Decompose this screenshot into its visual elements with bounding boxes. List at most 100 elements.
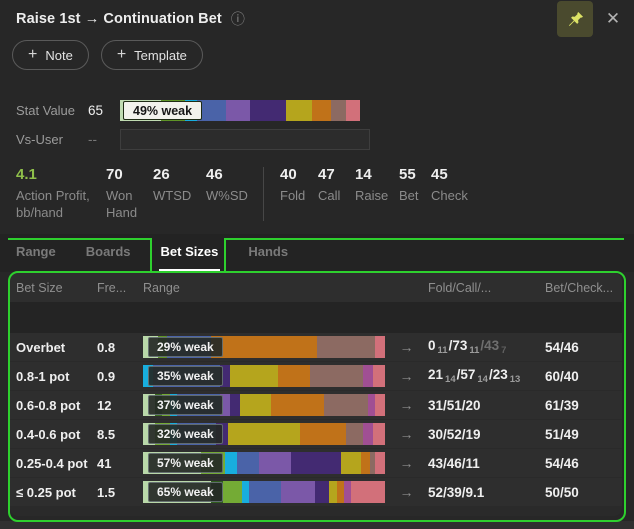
close-icon: ✕ [606,9,620,29]
arrow-icon: → [385,397,428,413]
pin-icon [566,10,585,29]
bottom-strip [0,521,634,529]
fold-call-raise-cell: 2114/5714/2313 [428,367,545,386]
bet-check-cell: 60/40 [545,369,622,384]
weak-label: 32% weak [148,424,223,444]
add-template-button[interactable]: + Template [101,40,203,70]
arrow-icon: → [385,484,428,500]
stat-wtsd: 26WTSD [153,166,206,221]
stat-action-profit-bb-hand: 4.1Action Profit, bb/hand [16,166,106,221]
add-note-label: Note [45,48,72,63]
fold-call-raise-cell: 011/7311/437 [428,338,545,357]
bet-size-cell: 0.8-1 pot [16,369,97,384]
stat-weak-label: 49% weak [123,101,202,120]
stats-right: 40Fold47Call14Raise55Bet45Check [280,166,481,221]
tab-hands[interactable]: Hands [246,234,290,272]
range-bar[interactable]: 57% weak [143,452,385,474]
stat-value-row: Stat Value 65 49% weak [16,100,360,121]
table-row-0-4-0-6-pot[interactable]: 0.4-0.6 pot8.5 32% weak →30/52/1951/49 [10,420,622,448]
col-header-range: Range [143,273,180,302]
plus-icon: + [117,47,126,63]
vs-user-row: Vs-User -- [16,129,370,150]
arrow-icon: → [385,339,428,355]
freq-cell: 0.8 [97,340,143,355]
arrow-icon: → [385,426,428,442]
col-header-bet-size: Bet Size [16,273,63,302]
info-icon[interactable]: ⓘ [231,9,245,29]
weak-label: 35% weak [148,366,223,386]
freq-cell: 1.5 [97,485,143,500]
col-header-freq: Fre... [97,273,126,302]
arrow-icon: → [385,455,428,471]
tab-bar: Range Boards Bet Sizes Hands [0,234,634,272]
tab-bet-sizes[interactable]: Bet Sizes [159,234,221,272]
bet-check-cell: 50/50 [545,485,622,500]
stat-value-number: 65 [88,103,120,118]
vs-user-label: Vs-User [16,132,88,147]
col-header-fold-call: Fold/Call/... [428,273,491,302]
arrow-icon: → [385,368,428,384]
freq-cell: 0.9 [97,369,143,384]
stats-divider [263,167,264,221]
stats-left: 4.1Action Profit, bb/hand70Won Hand26WTS… [16,166,263,221]
stat-range-bar[interactable]: 49% weak [120,100,360,121]
freq-cell: 8.5 [97,427,143,442]
col-header-bet-check: Bet/Check... [545,273,613,302]
bet-check-cell: 51/49 [545,427,622,442]
stats-strip: 4.1Action Profit, bb/hand70Won Hand26WTS… [16,166,624,221]
action-buttons: + Note + Template [12,40,203,70]
table-row-0-25-pot[interactable]: ≤ 0.25 pot1.5 65% weak →52/39/9.150/50 [10,478,622,506]
table-row-0-25-0-4-pot[interactable]: 0.25-0.4 pot41 57% weak →43/46/1154/46 [10,449,622,477]
range-bar[interactable]: 35% weak [143,365,385,387]
popup-title: Raise 1st → Continuation Bet [16,11,222,27]
stat-bet: 55Bet [399,166,431,221]
stat-call: 47Call [318,166,355,221]
weak-label: 29% weak [148,337,223,357]
stat-won-hand: 70Won Hand [106,166,153,221]
table-header: Bet Size Fre... Range Fold/Call/... Bet/… [10,273,622,302]
bet-size-cell: 0.25-0.4 pot [16,456,97,471]
fold-call-raise-cell: 31/51/20 [428,398,545,413]
bet-size-cell: ≤ 0.25 pot [16,485,97,500]
table-rows: Overbet0.829% weak→011/7311/43754/460.8-… [10,333,622,506]
add-note-button[interactable]: + Note [12,40,89,70]
range-bar[interactable]: 65% weak [143,481,385,503]
vs-user-value: -- [88,132,120,147]
fold-call-raise-cell: 30/52/19 [428,427,545,442]
range-bar[interactable]: 29% weak [143,336,385,358]
stat-w-sd: 46W%SD [206,166,263,221]
fold-call-raise-cell: 52/39/9.1 [428,485,545,500]
bet-check-cell: 54/46 [545,456,622,471]
titlebar: Raise 1st → Continuation Bet ⓘ ✕ [0,0,634,38]
freq-cell: 12 [97,398,143,413]
tab-boards[interactable]: Boards [84,234,133,272]
bet-sizes-table: Bet Size Fre... Range Fold/Call/... Bet/… [10,273,622,516]
add-template-label: Template [134,48,187,63]
table-row-overbet[interactable]: Overbet0.8 29% weak →011/7311/43754/46 [10,333,622,361]
weak-label: 37% weak [148,395,223,415]
table-filter-gap [10,302,622,333]
stat-fold: 40Fold [280,166,318,221]
close-button[interactable]: ✕ [595,1,631,37]
fold-call-raise-cell: 43/46/11 [428,456,545,471]
stat-check: 45Check [431,166,481,221]
freq-cell: 41 [97,456,143,471]
tab-range[interactable]: Range [14,234,58,272]
stat-value-label: Stat Value [16,103,88,118]
bet-size-cell: Overbet [16,340,97,355]
weak-label: 57% weak [148,453,223,473]
vs-user-input[interactable] [120,129,370,150]
table-row-0-6-0-8-pot[interactable]: 0.6-0.8 pot12 37% weak →31/51/2061/39 [10,391,622,419]
bet-size-cell: 0.4-0.6 pot [16,427,97,442]
bet-size-cell: 0.6-0.8 pot [16,398,97,413]
range-bar[interactable]: 32% weak [143,423,385,445]
table-row-0-8-1-pot[interactable]: 0.8-1 pot0.9 35% weak →2114/5714/231360/40 [10,362,622,390]
bet-check-cell: 54/46 [545,340,622,355]
bet-check-cell: 61/39 [545,398,622,413]
stat-raise: 14Raise [355,166,399,221]
plus-icon: + [28,47,37,63]
pin-button[interactable] [557,1,593,37]
range-bar[interactable]: 37% weak [143,394,385,416]
weak-label: 65% weak [148,482,223,502]
stat-popup-window: Raise 1st → Continuation Bet ⓘ ✕ + Note … [0,0,634,529]
